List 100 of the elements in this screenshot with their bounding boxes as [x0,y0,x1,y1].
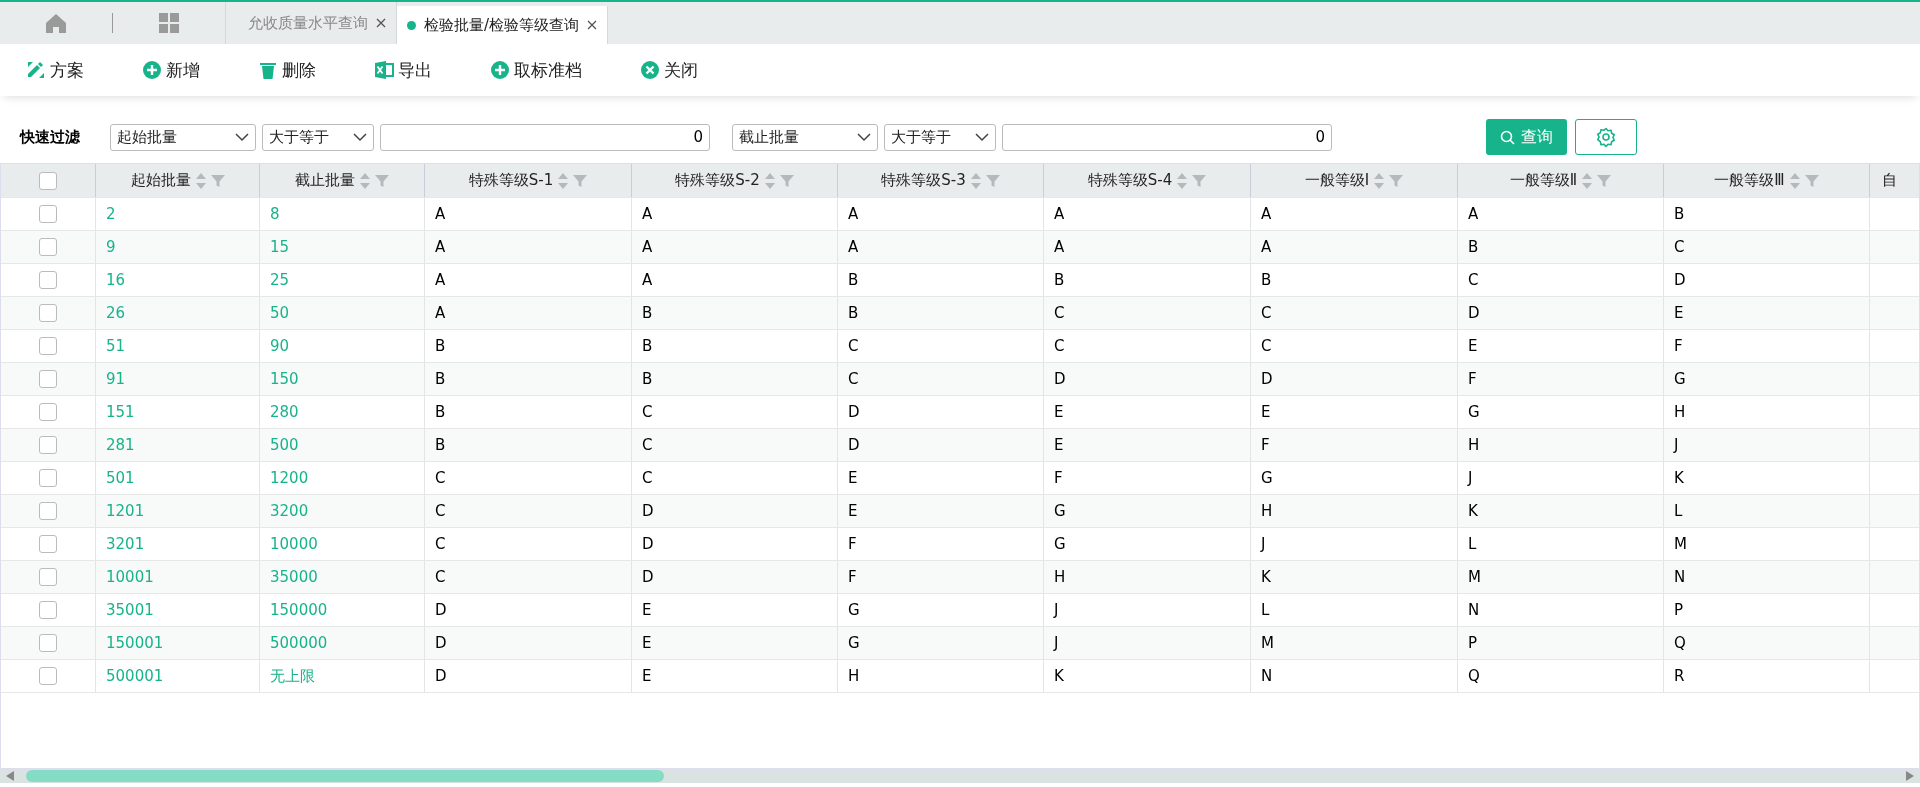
filter-icon[interactable] [779,173,794,188]
table-cell: G [1054,535,1066,553]
table-cell: L [1674,502,1683,520]
row-checkbox[interactable] [39,436,57,454]
table-cell: G [1054,502,1066,520]
table-cell: C [848,370,859,388]
table-cell: K [1468,502,1478,520]
field-dropdown[interactable]: 截止批量 [732,123,878,151]
row-checkbox[interactable] [39,667,57,685]
row-checkbox[interactable] [39,304,57,322]
table-cell: 90 [270,337,290,355]
row-checkbox[interactable] [39,337,57,355]
operator-dropdown[interactable]: 大于等于 [884,123,996,151]
table-cell: A [1054,238,1065,256]
filter-icon[interactable] [375,173,389,188]
settings-icon [1596,127,1616,147]
table-cell: B [1261,271,1272,289]
settings-button[interactable] [1575,119,1637,155]
operator-dropdown[interactable]: 大于等于 [262,123,374,151]
filter-icon[interactable] [1192,173,1207,188]
sort-icon[interactable] [763,171,776,190]
row-checkbox[interactable] [39,601,57,619]
table-cell: 3200 [270,502,309,520]
row-checkbox[interactable] [39,634,57,652]
select-all-checkbox[interactable] [39,171,57,190]
sort-icon[interactable] [1788,171,1801,190]
table-cell: B [435,403,446,421]
table-cell: C [435,568,446,586]
value-field[interactable]: 0 [1002,123,1332,151]
row-checkbox[interactable] [39,568,57,586]
table-cell: N [1261,667,1273,685]
sort-icon[interactable] [1373,171,1386,190]
table-cell: 150001 [106,634,164,652]
filter-icon[interactable] [1597,173,1612,188]
close-tab-icon[interactable] [376,18,386,28]
row-checkbox[interactable] [39,370,57,388]
close-icon [640,60,660,80]
table-cell: H [1468,436,1480,454]
table-cell: G [1261,469,1273,487]
filter-icon[interactable] [985,173,1000,188]
toolbar-button[interactable]: 新增 [142,58,200,82]
field-dropdown[interactable]: 起始批量 [110,123,256,151]
sort-icon[interactable] [557,171,570,190]
table-cell: E [642,667,652,685]
tab[interactable]: 检验批量/检验等级查询 [397,6,609,44]
scroll-left-icon[interactable] [6,771,14,781]
active-dot-icon [407,20,416,30]
close-tab-icon[interactable] [587,20,598,30]
sort-icon[interactable] [1176,171,1189,190]
table-cell: J [1054,634,1059,652]
table-cell: 10001 [106,568,154,586]
table-cell: A [642,238,653,256]
table-cell: L [1468,535,1477,553]
filter-icon[interactable] [573,173,588,188]
row-checkbox[interactable] [39,502,57,520]
toolbar-button[interactable]: 取标准档 [490,58,582,82]
table-cell: M [1261,634,1274,652]
row-checkbox[interactable] [39,535,57,553]
table-cell: 35001 [106,601,154,619]
toolbar-button[interactable]: 导出 [374,58,432,82]
toolbar-button[interactable]: 关闭 [640,58,698,82]
row-checkbox[interactable] [39,403,57,421]
sort-icon[interactable] [969,171,982,190]
table-cell: H [1261,502,1273,520]
table-cell: 281 [106,436,135,454]
table-cell: C [1674,238,1685,256]
horizontal-scrollbar[interactable] [0,769,1920,783]
row-checkbox[interactable] [39,271,57,289]
table-cell: A [435,238,446,256]
table-cell: E [1261,403,1271,421]
grid-icon[interactable] [159,13,179,33]
sort-icon[interactable] [359,171,371,190]
plus-circle-icon [142,60,162,80]
table-cell: 16 [106,271,126,289]
row-checkbox[interactable] [39,469,57,487]
table-cell: B [642,337,653,355]
filter-label: 快速过滤 [20,127,81,147]
table-cell: D [1261,370,1273,388]
table-cell: 35000 [270,568,318,586]
row-checkbox[interactable] [39,205,57,223]
table-cell: F [1054,469,1063,487]
table-cell: D [848,403,860,421]
table-cell: A [435,271,446,289]
toolbar-button[interactable]: 删除 [258,58,316,82]
table-cell: D [642,502,654,520]
filter-icon[interactable] [1804,173,1819,188]
filter-icon[interactable] [210,173,225,188]
table-cell: H [848,667,860,685]
home-icon[interactable] [46,13,66,33]
filter-icon[interactable] [1389,173,1404,188]
sort-icon[interactable] [194,171,207,190]
value-field[interactable]: 0 [380,123,710,151]
sort-icon[interactable] [1581,171,1594,190]
toolbar-button[interactable]: 方案 [26,58,84,82]
table-cell: D [1468,304,1480,322]
scroll-right-icon[interactable] [1906,771,1914,781]
table-cell: B [435,337,446,355]
table-cell: M [1674,535,1687,553]
row-checkbox[interactable] [39,238,57,256]
table-cell: D [642,568,654,586]
